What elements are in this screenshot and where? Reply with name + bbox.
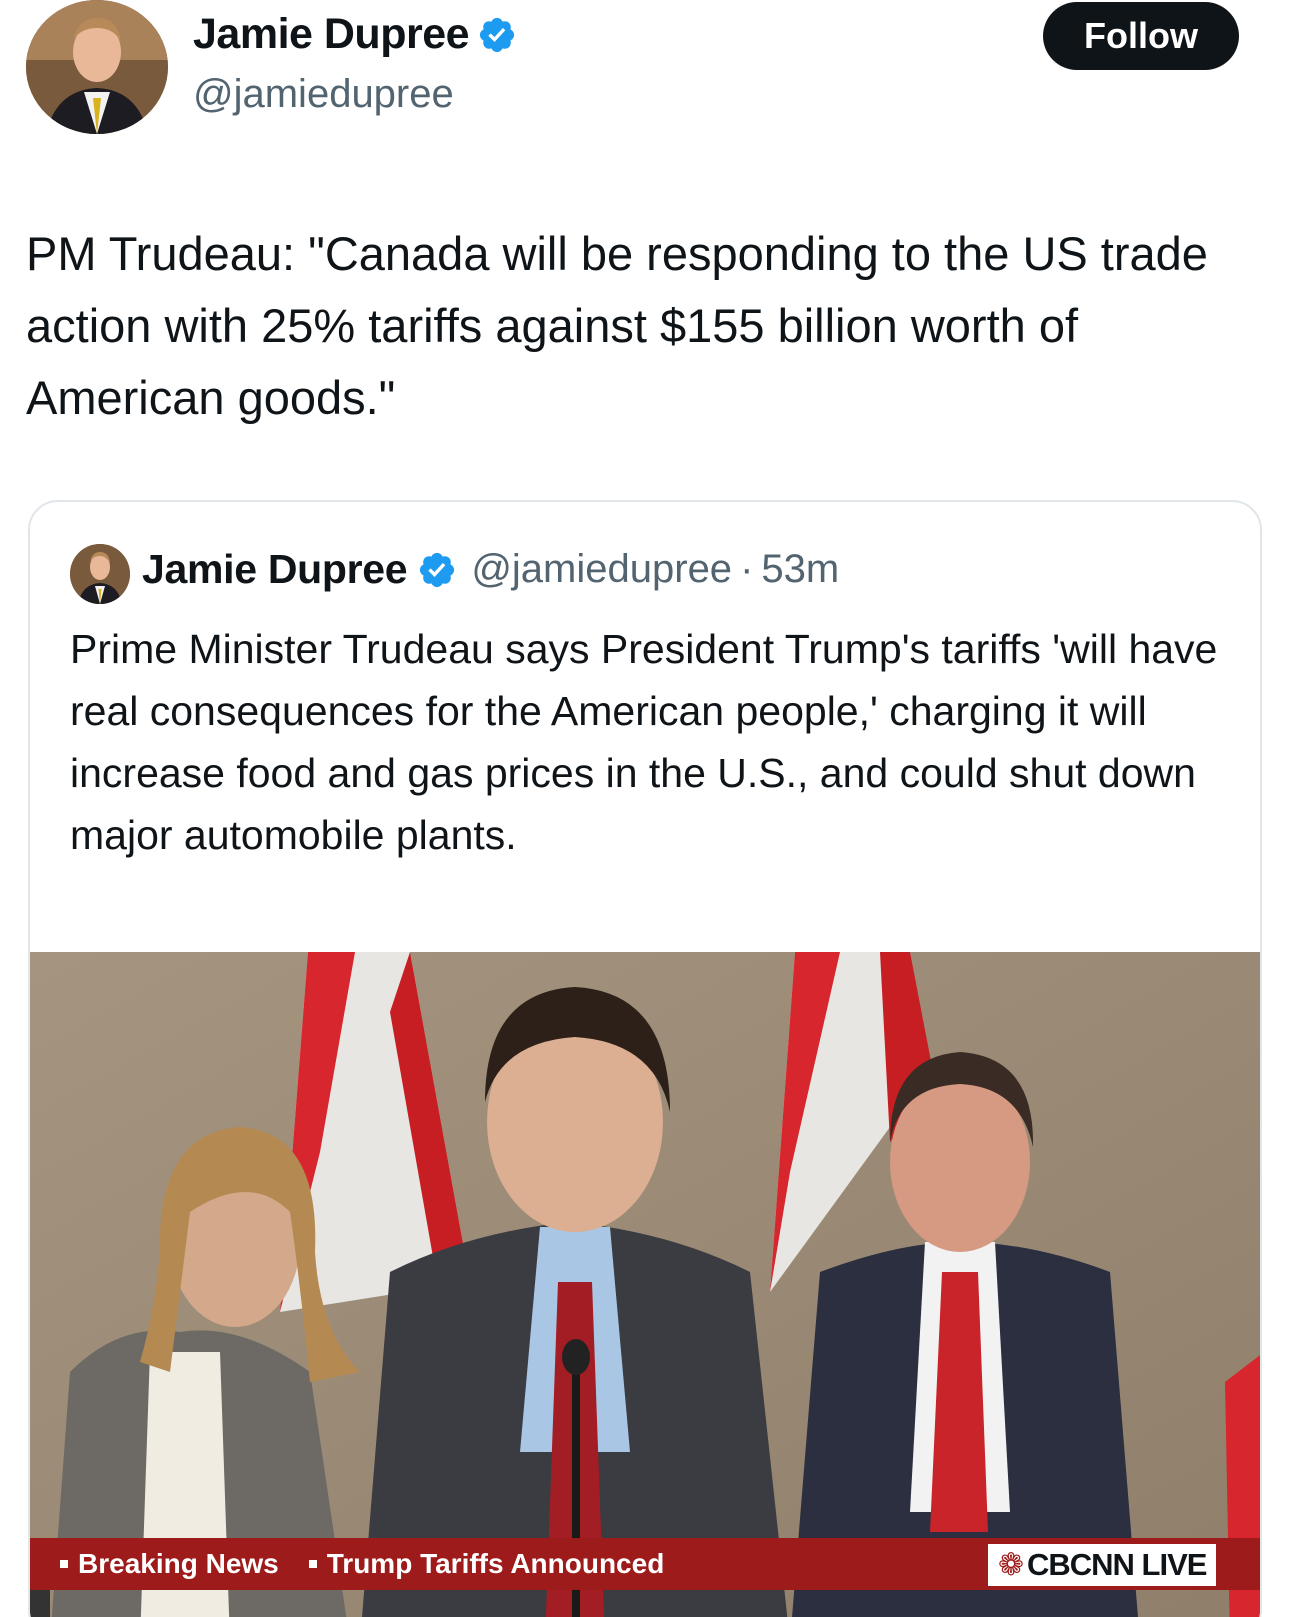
tweet-text: PM Trudeau: "Canada will be responding t… bbox=[26, 227, 1208, 424]
bullet-icon bbox=[60, 1560, 68, 1568]
quoted-tweet-card[interactable]: Jamie Dupree @jamiedupree · 53m Prime Mi… bbox=[28, 500, 1262, 1617]
quoted-author-name[interactable]: Jamie Dupree bbox=[142, 546, 408, 593]
quoted-tweet-header: Jamie Dupree @jamiedupree · 53m bbox=[142, 546, 839, 593]
verified-badge-icon bbox=[479, 17, 515, 52]
cbc-live-badge-text: CBCNN LIVE bbox=[1026, 1547, 1207, 1582]
bullet-icon bbox=[308, 1560, 317, 1568]
ticker-item-headline: Trump Tariffs Announced bbox=[308, 1548, 665, 1580]
verified-badge-icon bbox=[420, 552, 455, 587]
ticker-item-headline-text: Trump Tariffs Announced bbox=[326, 1548, 665, 1579]
ticker-item-breaking-text: Breaking News bbox=[78, 1548, 279, 1579]
author-handle[interactable]: @jamiedupree bbox=[193, 72, 454, 117]
quoted-tweet-text: Prime Minister Trudeau says President Tr… bbox=[70, 626, 1218, 858]
cbc-live-badge: ❁ CBCNN LIVE bbox=[988, 1544, 1217, 1586]
author-name-text[interactable]: Jamie Dupree bbox=[193, 10, 470, 59]
press-conference-image bbox=[30, 952, 1260, 1617]
author-avatar[interactable] bbox=[26, 0, 168, 134]
quoted-author-handle[interactable]: @jamiedupree bbox=[471, 547, 732, 592]
quoted-tweet-timestamp[interactable]: 53m bbox=[761, 547, 839, 592]
quoted-author-avatar[interactable] bbox=[70, 544, 130, 604]
ticker-item-breaking: Breaking News bbox=[60, 1548, 279, 1580]
quoted-tweet-media[interactable]: Breaking News Trump Tariffs Announced ❁ … bbox=[30, 952, 1260, 1617]
follow-button[interactable]: Follow bbox=[1043, 2, 1239, 70]
cbc-gem-icon: ❁ bbox=[998, 1547, 1024, 1582]
separator-dot: · bbox=[740, 547, 754, 591]
author-name[interactable]: Jamie Dupree bbox=[193, 10, 517, 59]
